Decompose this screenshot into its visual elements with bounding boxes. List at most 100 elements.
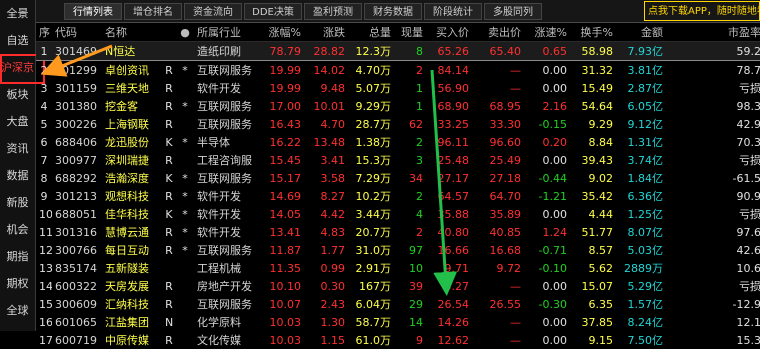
- tab[interactable]: 增仓排名: [124, 3, 182, 20]
- tab[interactable]: 盈利预测: [304, 3, 362, 20]
- cell-mark: K: [165, 207, 173, 221]
- tab[interactable]: 多股同列: [484, 3, 542, 20]
- cell-sell: —: [510, 315, 521, 329]
- cell-star: [176, 115, 194, 133]
- table-row[interactable]: 17 600719 中原传媒 R 文化传媒 10.03 1.15 61.0万 9 12.62 — 0.…: [36, 331, 760, 349]
- column-header[interactable]: [162, 23, 176, 42]
- cell-star: [176, 277, 194, 295]
- sidebar-item[interactable]: 板块: [0, 81, 35, 108]
- cell-buy: 25.48: [437, 153, 470, 167]
- column-header[interactable]: 总量: [348, 23, 394, 42]
- cell-cur: 1: [416, 99, 423, 113]
- cell-pe: 70.3: [736, 135, 760, 149]
- cell-amt: 9.12亿: [627, 118, 664, 131]
- cell-turn: 58.98: [570, 41, 616, 61]
- table-row[interactable]: 10 688051 佳华科技 K * 软件开发 14.05 4.42 3.44万 4 35.88 35…: [36, 205, 760, 223]
- table-row[interactable]: 1 301469 N恒达 造纸印刷 78.79 28.82 12.3万 8 65.26 65.40…: [36, 41, 760, 61]
- table-row[interactable]: 14 600322 天房发展 R 房地产开发 10.10 0.30 167万 39 3.27 — 0.…: [36, 277, 760, 295]
- column-header[interactable]: 序: [36, 23, 52, 42]
- column-header[interactable]: 涨幅%: [256, 23, 304, 42]
- table-row[interactable]: 4 301380 挖金客 R * 互联网服务 17.00 10.01 9.29万 1 68.90 68…: [36, 97, 760, 115]
- table-row[interactable]: 13 835174 五新隧装 工程机械 11.35 0.99 2.91万 10 9.71 9.72…: [36, 259, 760, 277]
- cell-chg: 10.01: [313, 99, 346, 113]
- cell-speed: -0.30: [538, 297, 567, 311]
- sidebar-item[interactable]: 大盘: [0, 108, 35, 135]
- cell-amt: 1.57亿: [627, 298, 664, 311]
- cell-vol: 61.0万: [355, 334, 392, 347]
- sidebar-item[interactable]: 数据: [0, 162, 35, 189]
- cell-amt: 8.07亿: [627, 226, 664, 239]
- tab[interactable]: 财务数据: [364, 3, 422, 20]
- table-row[interactable]: 7 300977 深圳瑞捷 R 工程咨询服 15.45 3.41 15.3万 3 25.48 25.…: [36, 151, 760, 169]
- cell-amt: 7.50亿: [627, 334, 664, 347]
- cell-pe: 59.2: [666, 41, 760, 61]
- cell-speed: -0.71: [538, 243, 567, 257]
- tab[interactable]: 行情列表: [64, 3, 122, 20]
- sidebar-item[interactable]: 全景: [0, 0, 35, 27]
- cell-cur: 14: [409, 315, 423, 329]
- table-row[interactable]: 9 301213 观想科技 R * 软件开发 14.69 8.27 10.2万 2 64.57 64.…: [36, 187, 760, 205]
- sidebar-item[interactable]: 自选: [0, 27, 35, 54]
- table-row[interactable]: 2 301299 卓创资讯 R * 互联网服务 19.99 14.02 4.70万 2 84.14 —…: [36, 61, 760, 80]
- column-header[interactable]: 所属行业: [194, 23, 256, 42]
- table-row[interactable]: 16 601065 江盐集团 N 化学原料 10.03 1.30 58.7万 14 14.26 — 0…: [36, 313, 760, 331]
- cell-star: *: [182, 243, 188, 257]
- cell-turn: 6.35: [588, 297, 614, 311]
- cell-industry: 互联网服务: [197, 118, 252, 131]
- sidebar-item[interactable]: 期指: [0, 243, 35, 270]
- cell-star: *: [182, 225, 188, 239]
- cell-sell: —: [510, 333, 521, 347]
- column-header[interactable]: ●: [176, 23, 194, 42]
- cell-turn: 8.57: [588, 243, 614, 257]
- table-row[interactable]: 12 300766 每日互动 R * 互联网服务 11.87 1.77 31.0万 97 16.66…: [36, 241, 760, 259]
- sidebar-item[interactable]: 期权: [0, 270, 35, 297]
- cell-amt: 8.24亿: [627, 316, 664, 329]
- download-app-banner[interactable]: 点我下载APP，随时随地看: [644, 1, 760, 21]
- cell-no: 16: [39, 315, 52, 329]
- sidebar-item[interactable]: 新股: [0, 189, 35, 216]
- table-row[interactable]: 3 301159 三维天地 R 软件开发 19.99 9.48 5.07万 1 56.90 — 0.0…: [36, 79, 760, 97]
- cell-code: 301159: [55, 81, 97, 95]
- column-header[interactable]: 名称: [102, 23, 162, 42]
- column-header[interactable]: 现量: [394, 23, 426, 42]
- cell-code: 301299: [55, 63, 97, 77]
- cell-cur: 1: [416, 81, 423, 95]
- table-row[interactable]: 5 300226 上海钢联 R 互联网服务 16.43 4.70 28.7万 62 33.25 33…: [36, 115, 760, 133]
- cell-industry: 互联网服务: [197, 100, 252, 113]
- column-header[interactable]: 换手%: [570, 23, 616, 42]
- tab[interactable]: 资金流向: [184, 3, 242, 20]
- cell-speed: 2.16: [542, 99, 568, 113]
- column-header[interactable]: 涨跌: [304, 23, 348, 42]
- table-row[interactable]: 8 688292 浩瀚深度 K * 互联网服务 15.17 3.58 7.29万 34 27.17 2…: [36, 169, 760, 187]
- cell-vol: 58.7万: [355, 316, 392, 329]
- cell-buy: 35.88: [437, 207, 470, 221]
- cell-turn: 31.32: [581, 63, 614, 77]
- column-header[interactable]: 市盈率: [666, 23, 760, 42]
- table-row[interactable]: 15 300609 汇纳科技 R 互联网服务 10.07 2.43 6.04万 29 26.54 2…: [36, 295, 760, 313]
- table-row[interactable]: 11 301316 慧博云通 R * 软件开发 13.41 4.83 20.7万 2 40.80 40…: [36, 223, 760, 241]
- cell-turn: 9.02: [588, 171, 614, 185]
- cell-code: 301469: [52, 41, 102, 61]
- sidebar-item[interactable]: 资讯: [0, 135, 35, 162]
- tab[interactable]: 阶段统计: [424, 3, 482, 20]
- cell-sell: 64.70: [489, 189, 522, 203]
- tab[interactable]: DDE决策: [244, 3, 302, 20]
- cell-industry: 互联网服务: [197, 298, 252, 311]
- cell-industry: 房地产开发: [197, 280, 252, 293]
- column-header[interactable]: 卖出价: [472, 23, 524, 42]
- column-header[interactable]: 代码: [52, 23, 102, 42]
- cell-turn: 5.62: [588, 261, 614, 275]
- cell-name: 三维天地: [105, 82, 149, 95]
- cell-star: *: [182, 207, 188, 221]
- table-row[interactable]: 6 688406 龙迅股份 K * 半导体 16.22 13.48 1.38万 2 96.11 96.…: [36, 133, 760, 151]
- sidebar-item[interactable]: 机会: [0, 216, 35, 243]
- cell-pct: 14.69: [269, 189, 302, 203]
- cell-buy: 16.66: [437, 243, 470, 257]
- cell-code: 301380: [55, 99, 97, 113]
- sidebar-item[interactable]: 全球: [0, 297, 35, 324]
- column-header[interactable]: 涨速%: [524, 23, 570, 42]
- cell-speed: 0.00: [542, 207, 568, 221]
- column-header[interactable]: 金额: [616, 23, 666, 42]
- cell-pct: 15.45: [269, 153, 302, 167]
- column-header[interactable]: 买入价: [426, 23, 472, 42]
